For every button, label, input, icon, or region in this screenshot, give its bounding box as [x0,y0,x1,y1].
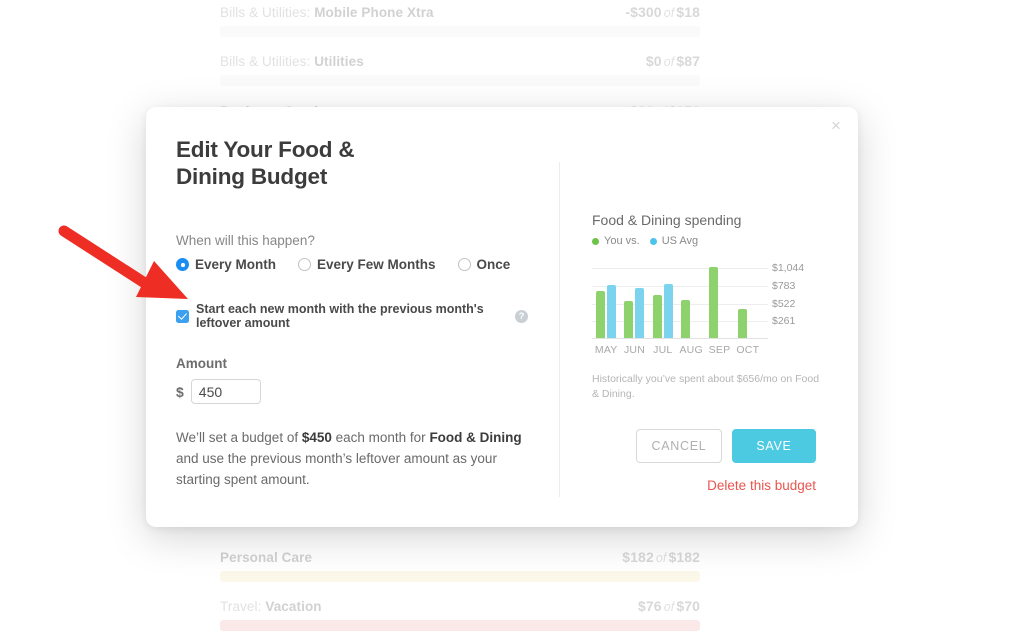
chart-bar [652,294,662,338]
budget-row-progress-bar [220,75,700,86]
historical-spending-note: Historically you’ve spent about $656/mo … [592,373,820,401]
chart-bars [592,260,762,338]
radio-unselected-icon[interactable] [457,258,471,272]
budget-row-amount: $0 of $87 [645,53,700,69]
page-title: Edit Your Food & Dining Budget [176,137,355,189]
schedule-radio-group: Every Month Every Few Months Once [176,257,528,272]
chart-x-tick-label: OCT [736,344,760,356]
chart-bar [596,290,606,338]
chart-bar-group [592,260,620,338]
chart-x-tick-label: JUN [623,344,645,356]
schedule-question-label: When will this happen? [176,233,315,249]
budget-row-header: Bills & Utilities: Mobile Phone Xtra -$3… [220,4,700,20]
budget-row-category: Bills & Utilities: Mobile Phone Xtra [220,5,434,20]
chart-title: Food & Dining spending [592,212,742,228]
chart-bar [737,309,747,338]
legend-usavg-dot-icon [649,237,657,245]
budget-explanation: We’ll set a budget of $450 each month fo… [176,428,524,491]
amount-label: Amount [176,356,227,372]
chart-x-axis-labels: MAY JUN JUL AUG SEP OCT [592,344,762,356]
chart-bar-group [677,260,705,338]
legend-usavg-label: US Avg [661,235,699,247]
budget-row-progress-bar [220,26,700,37]
cancel-button[interactable]: CANCEL [636,429,722,464]
radio-label: Every Month [195,257,277,273]
budget-row-category: Personal Care [220,550,313,565]
chart-x-tick-label: SEP [708,344,731,356]
chart-bar [607,284,617,338]
budget-row-amount: $182 of $182 [622,549,700,565]
list-item[interactable]: Bills & Utilities: Mobile Phone Xtra -$3… [220,4,700,37]
budget-row-header: Travel: Vacation $76 of $70 [220,598,700,614]
close-icon[interactable]: × [825,115,847,137]
chart-bar [709,267,719,338]
delete-budget-link[interactable]: Delete this budget [592,478,834,493]
budget-row-header: Bills & Utilities: Utilities $0 of $87 [220,53,700,69]
chart-plot-area [592,260,768,339]
spending-bar-chart: MAY JUN JUL AUG SEP OCT $1,044 $783 $522 $261 [592,261,834,356]
chart-y-tick-label: $261 [772,315,796,328]
budget-row-category: Travel: Vacation [220,599,322,614]
chart-bar [681,300,691,338]
chart-baseline [592,338,768,339]
chart-bar-group [705,260,733,338]
radio-once[interactable]: Once [457,257,511,273]
budget-row-category: Bills & Utilities: Utilities [220,54,364,69]
modal-divider [559,162,560,497]
edit-budget-modal: × Edit Your Food & Dining Budget When wi… [146,107,858,527]
chart-x-tick-label: JUL [653,344,673,356]
rollover-option[interactable]: Start each new month with the previous m… [176,302,528,330]
budget-row-progress-bar [220,571,700,582]
budget-row-amount: -$300 of $18 [625,4,700,20]
list-item[interactable]: Travel: Vacation $76 of $70 [220,598,700,631]
explanation-category: Food & Dining [429,430,522,446]
modal-actions: CANCEL SAVE [592,429,834,464]
amount-field-group: $ [176,379,528,405]
chart-bar [635,287,645,338]
help-icon[interactable]: ? [515,309,528,323]
list-item[interactable]: Personal Care $182 of $182 [220,549,700,582]
currency-symbol: $ [176,383,184,400]
legend-you-label: You vs. [604,235,640,247]
budget-row-amount: $76 of $70 [638,598,700,614]
budget-row-header: Personal Care $182 of $182 [220,549,700,565]
chart-bar-group [620,260,648,338]
radio-selected-icon[interactable] [176,258,189,272]
rollover-label: Start each new month with the previous m… [196,302,484,331]
checkbox-checked-icon[interactable] [176,309,189,323]
legend-you-dot-icon [592,237,599,245]
chart-x-tick-label: AUG [679,344,703,356]
list-item[interactable]: Bills & Utilities: Utilities $0 of $87 [220,53,700,86]
chart-bar [663,284,673,338]
explanation-amount: $450 [301,430,332,446]
radio-unselected-icon[interactable] [298,258,312,272]
chart-y-tick-label: $1,044 [772,262,805,275]
amount-input[interactable] [190,379,261,405]
radio-label: Once [476,257,511,273]
radio-label: Every Few Months [317,257,436,273]
radio-every-month[interactable]: Every Month [176,257,276,272]
save-button[interactable]: SAVE [732,429,816,464]
chart-bar-group [734,260,762,338]
explanation-middle: each month for [331,430,430,446]
chart-y-tick-label: $783 [772,279,796,292]
chart-bar-group [649,260,677,338]
explanation-suffix: and use the previous month’s leftover am… [176,451,497,487]
modal-right-pane: Food & Dining spending You vs. US Avg MA… [556,107,858,527]
explanation-prefix: We’ll set a budget of [176,430,302,446]
chart-x-tick-label: MAY [594,344,618,356]
chart-legend: You vs. US Avg [592,235,834,247]
chart-y-axis-labels: $1,044 $783 $522 $261 [772,261,834,339]
radio-every-few-months[interactable]: Every Few Months [298,257,436,272]
budget-row-progress-bar [220,620,700,631]
chart-bar [624,301,634,338]
chart-y-tick-label: $522 [772,297,796,310]
modal-left-pane: Edit Your Food & Dining Budget When will… [146,107,556,527]
